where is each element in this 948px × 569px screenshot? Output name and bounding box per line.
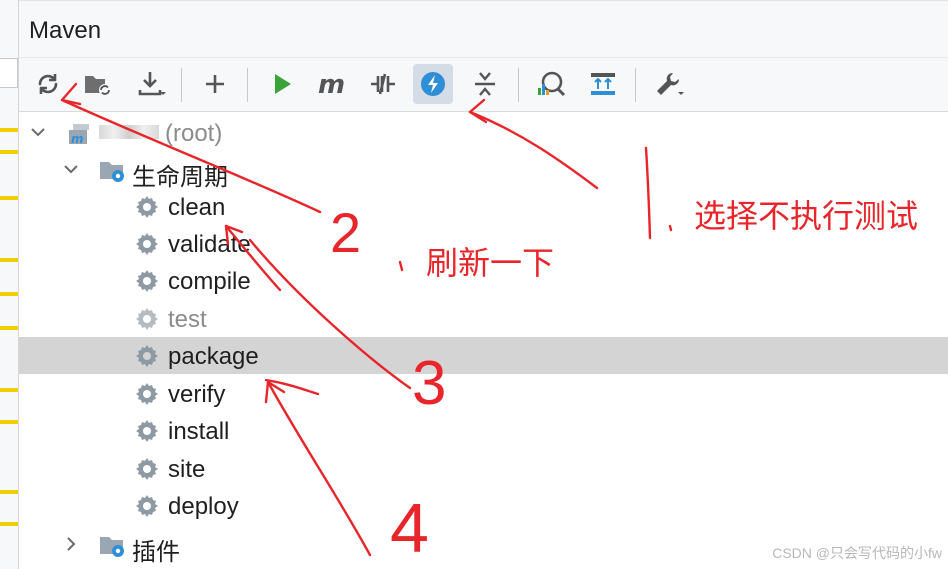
- lightning-icon: [421, 72, 445, 96]
- tree-row-lifecycle[interactable]: 生命周期: [19, 151, 948, 191]
- goal-label: package: [168, 343, 259, 370]
- chevron-down-icon[interactable]: [29, 123, 47, 141]
- add-maven-project-button[interactable]: [195, 64, 235, 104]
- tree-row-root[interactable]: m (root): [19, 114, 948, 151]
- svg-text:m: m: [318, 72, 345, 96]
- toolbar-separator: [181, 68, 182, 102]
- gear-icon: [136, 196, 158, 218]
- goal-label: verify: [168, 381, 226, 408]
- wrench-icon: [657, 72, 684, 95]
- lifecycle-label: 生命周期: [132, 164, 228, 191]
- annotation-skip-tests: 选择不执行测试: [694, 198, 919, 234]
- editor-highlight: [0, 522, 18, 526]
- folder-refresh-icon: [85, 76, 111, 96]
- tree-row-goal-install[interactable]: install: [19, 412, 948, 449]
- editor-highlight: [0, 150, 18, 154]
- tree-row-goal-package[interactable]: package: [19, 337, 948, 374]
- annotation-step-3: 3: [412, 349, 447, 418]
- lifecycle-folder-icon: [100, 162, 124, 182]
- annotation-step-2: 2: [330, 201, 362, 264]
- dependencies-icon: [591, 73, 615, 95]
- watermark: CSDN @只会写代码的小fw: [772, 545, 942, 561]
- download-sources-button[interactable]: [131, 64, 171, 104]
- toolbar-separator: [247, 68, 248, 102]
- goal-label: validate: [168, 231, 251, 258]
- plugins-folder-icon: [100, 537, 124, 557]
- gear-icon: [136, 383, 158, 405]
- editor-highlight: [0, 490, 18, 494]
- tree-root-label: (root): [99, 120, 222, 148]
- redacted-project-name: [99, 125, 159, 139]
- chevron-down-icon[interactable]: [62, 160, 80, 178]
- editor-edge: [0, 0, 19, 569]
- run-triangle-icon: [275, 74, 291, 94]
- refresh-icon: [38, 74, 58, 94]
- editor-tab-fragment[interactable]: [0, 58, 18, 88]
- show-dependencies-button[interactable]: [583, 64, 623, 104]
- chevron-right-icon[interactable]: [62, 535, 80, 553]
- maven-toolbar: m: [19, 58, 948, 112]
- tree-row-goal-site[interactable]: site: [19, 450, 948, 487]
- plus-icon: [206, 75, 224, 93]
- analyze-icon: [538, 71, 566, 97]
- download-icon: [138, 72, 166, 96]
- gear-icon: [136, 270, 158, 292]
- tree-row-goal-deploy[interactable]: deploy: [19, 487, 948, 524]
- collapse-all-button[interactable]: [465, 64, 505, 104]
- toolbar-separator: [518, 68, 519, 102]
- goal-label: deploy: [168, 493, 239, 520]
- editor-highlight: [0, 128, 18, 132]
- maven-projects-tree: m (root) 生命周期 clean validate compile tes…: [19, 112, 948, 569]
- toggle-skip-tests-button[interactable]: [413, 64, 453, 104]
- tree-row-goal-verify[interactable]: verify: [19, 375, 948, 412]
- generate-sources-button[interactable]: [78, 64, 118, 104]
- analyze-dependencies-button[interactable]: [531, 64, 571, 104]
- build-tools-settings-button[interactable]: [649, 64, 689, 104]
- goal-label: clean: [168, 194, 226, 221]
- panel-title: Maven: [29, 17, 102, 44]
- goal-label: test: [168, 306, 207, 333]
- goal-label: compile: [168, 268, 251, 295]
- execute-maven-goal-button[interactable]: m: [312, 64, 352, 104]
- annotation-refresh: 刷新一下: [426, 245, 555, 281]
- maven-m-icon: m: [318, 72, 345, 96]
- gear-icon: [136, 495, 158, 517]
- toolbar-separator: [635, 68, 636, 102]
- reload-all-maven-projects-button[interactable]: [28, 64, 68, 104]
- editor-highlight: [0, 388, 18, 392]
- maven-tool-window: Maven m m (root) 生命周期 clean validate com…: [19, 0, 948, 569]
- annotation-step-4: 4: [390, 489, 429, 567]
- editor-highlight: [0, 196, 18, 200]
- editor-highlight: [0, 420, 18, 424]
- toggle-offline-mode-button[interactable]: [363, 64, 403, 104]
- gear-icon: [136, 420, 158, 442]
- goal-label: site: [168, 456, 206, 483]
- goal-label: install: [168, 418, 230, 445]
- editor-highlight: [0, 258, 18, 262]
- run-maven-build-button[interactable]: [262, 64, 302, 104]
- editor-highlight: [0, 292, 18, 296]
- collapse-icon: [475, 72, 495, 96]
- maven-module-icon: m: [69, 124, 89, 146]
- panel-header: Maven: [19, 0, 948, 58]
- offline-icon: [371, 73, 395, 95]
- gear-icon: [136, 458, 158, 480]
- gear-icon: [136, 345, 158, 367]
- svg-text:m: m: [71, 132, 84, 146]
- gear-icon: [136, 233, 158, 255]
- plugins-label: 插件: [132, 539, 180, 566]
- editor-highlight: [0, 326, 18, 330]
- gear-icon: [136, 308, 158, 330]
- tree-row-goal-test[interactable]: test: [19, 300, 948, 337]
